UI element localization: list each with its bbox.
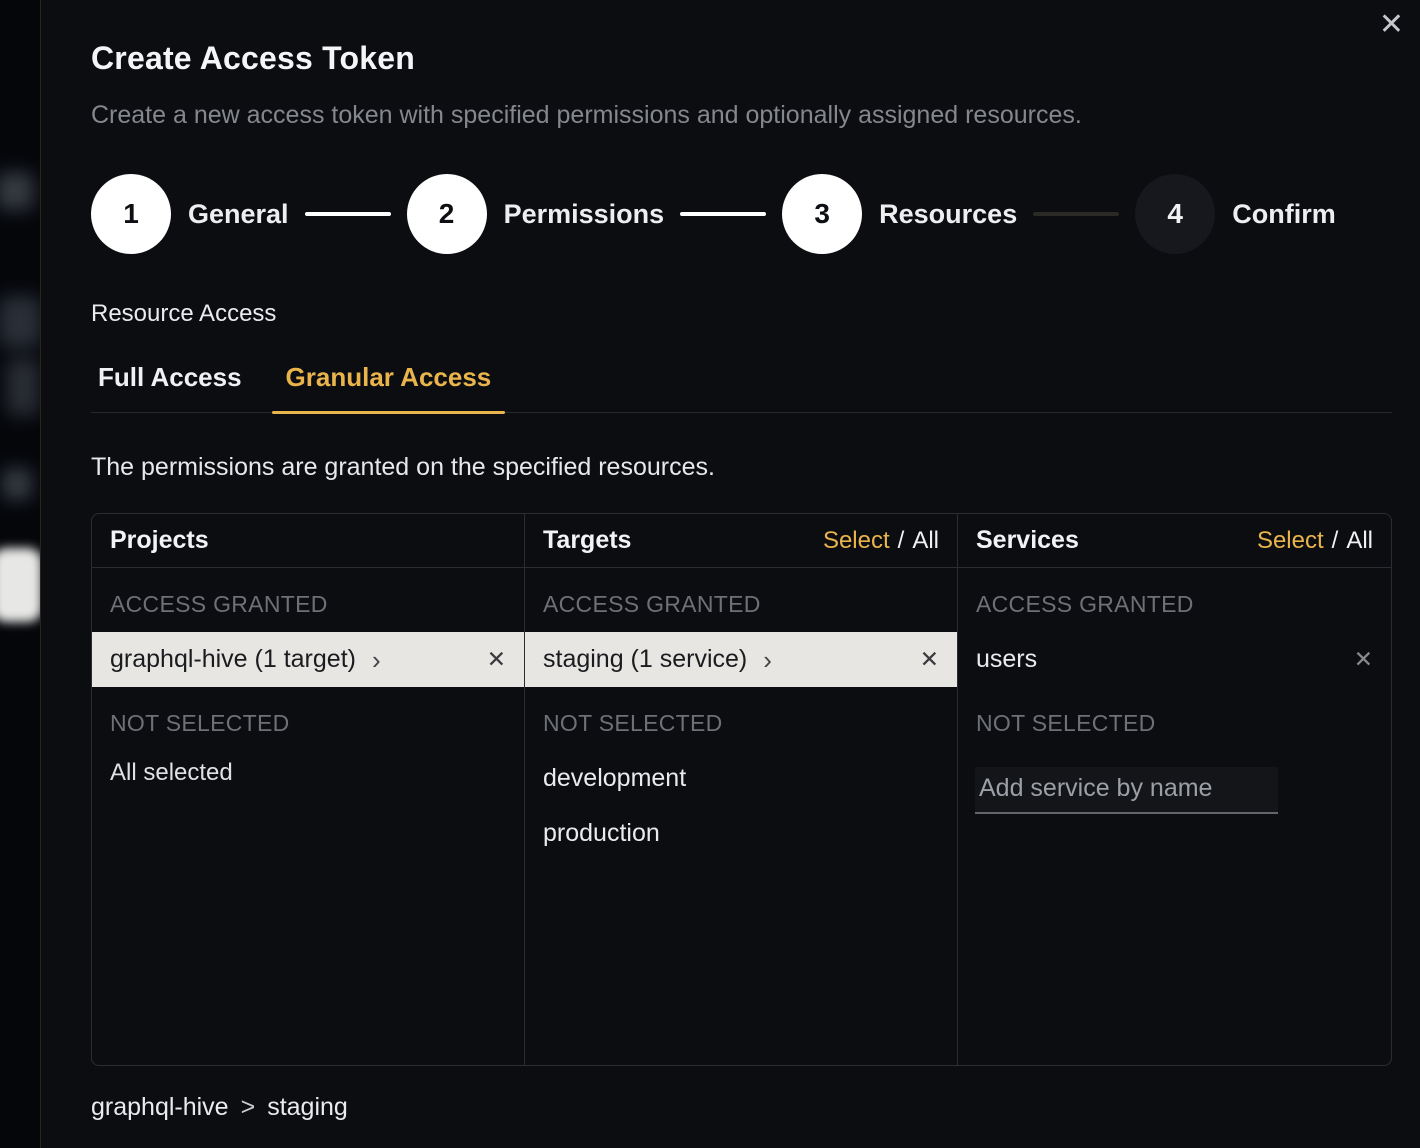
projects-all-selected-note: All selected xyxy=(92,751,524,795)
projects-column-header: Projects xyxy=(92,514,524,568)
step-label: General xyxy=(188,199,289,230)
create-access-token-dialog: ✕ Create Access Token Create a new acces… xyxy=(40,0,1420,1148)
targets-select-link[interactable]: Select xyxy=(823,527,890,555)
remove-service-icon[interactable]: ✕ xyxy=(1354,648,1373,671)
background-page-blurred xyxy=(0,0,41,1148)
access-granted-label: ACCESS GRANTED xyxy=(92,568,524,632)
step-number-circle: 1 xyxy=(91,174,171,254)
step-general[interactable]: 1 General xyxy=(91,174,289,254)
services-select-all: Select / All xyxy=(1257,527,1373,555)
access-granted-label: ACCESS GRANTED xyxy=(525,568,957,632)
add-service-input[interactable] xyxy=(975,767,1278,814)
selected-target-label: staging (1 service) xyxy=(543,645,747,674)
blurred-background-shape xyxy=(2,468,32,500)
targets-column: Targets Select / All ACCESS GRANTED stag… xyxy=(525,514,958,1065)
not-selected-label: NOT SELECTED xyxy=(92,687,524,751)
services-column-header: Services Select / All xyxy=(958,514,1391,568)
stepper: 1 General 2 Permissions 3 Resources 4 Co… xyxy=(91,174,1392,254)
step-number-circle: 3 xyxy=(782,174,862,254)
not-selected-label: NOT SELECTED xyxy=(958,687,1391,751)
step-number-circle: 2 xyxy=(407,174,487,254)
step-label: Permissions xyxy=(504,199,665,230)
selected-target-row[interactable]: staging (1 service) › ✕ xyxy=(525,632,957,687)
chevron-right-icon: › xyxy=(763,647,772,673)
target-option-development[interactable]: development xyxy=(525,751,957,806)
targets-column-header: Targets Select / All xyxy=(525,514,957,568)
select-all-divider: / xyxy=(1332,527,1339,555)
dialog-title: Create Access Token xyxy=(91,40,1392,77)
breadcrumb-separator: > xyxy=(241,1093,256,1122)
granular-access-description: The permissions are granted on the speci… xyxy=(91,453,1392,482)
chevron-right-icon: › xyxy=(372,647,381,673)
targets-all-link[interactable]: All xyxy=(912,527,939,555)
breadcrumb: graphql-hive > staging xyxy=(91,1093,1392,1122)
resource-picker-table: Projects ACCESS GRANTED graphql-hive (1 … xyxy=(91,513,1392,1066)
selected-service-row[interactable]: users ✕ xyxy=(958,632,1391,687)
select-all-divider: / xyxy=(898,527,905,555)
step-label: Confirm xyxy=(1232,199,1336,230)
resource-access-heading: Resource Access xyxy=(91,300,1392,328)
selected-service-label: users xyxy=(976,645,1037,674)
projects-column: Projects ACCESS GRANTED graphql-hive (1 … xyxy=(92,514,525,1065)
tab-full-access[interactable]: Full Access xyxy=(91,362,256,412)
blurred-background-shape xyxy=(6,358,40,416)
target-option-production[interactable]: production xyxy=(525,806,957,861)
blurred-background-shape xyxy=(0,172,34,210)
projects-column-title: Projects xyxy=(110,526,209,555)
breadcrumb-target: staging xyxy=(267,1093,348,1122)
not-selected-label: NOT SELECTED xyxy=(525,687,957,751)
tab-granular-access[interactable]: Granular Access xyxy=(272,362,506,412)
access-granted-label: ACCESS GRANTED xyxy=(958,568,1391,632)
services-all-link[interactable]: All xyxy=(1346,527,1373,555)
services-column-title: Services xyxy=(976,526,1079,555)
step-resources[interactable]: 3 Resources xyxy=(782,174,1017,254)
selected-project-label: graphql-hive (1 target) xyxy=(110,645,356,674)
selected-project-row[interactable]: graphql-hive (1 target) › ✕ xyxy=(92,632,524,687)
remove-project-icon[interactable]: ✕ xyxy=(487,648,506,671)
close-icon[interactable]: ✕ xyxy=(1379,10,1404,40)
blurred-background-shape xyxy=(0,296,41,348)
services-column: Services Select / All ACCESS GRANTED use… xyxy=(958,514,1391,1065)
targets-column-title: Targets xyxy=(543,526,631,555)
services-select-link[interactable]: Select xyxy=(1257,527,1324,555)
step-connector-inactive xyxy=(1033,212,1119,216)
step-connector xyxy=(305,212,391,216)
remove-target-icon[interactable]: ✕ xyxy=(920,648,939,671)
blurred-background-card xyxy=(0,548,41,622)
step-label: Resources xyxy=(879,199,1017,230)
step-permissions[interactable]: 2 Permissions xyxy=(407,174,665,254)
step-connector xyxy=(680,212,766,216)
step-number-circle: 4 xyxy=(1135,174,1215,254)
targets-select-all: Select / All xyxy=(823,527,939,555)
access-tabs: Full Access Granular Access xyxy=(91,362,1392,413)
breadcrumb-project: graphql-hive xyxy=(91,1093,229,1122)
step-confirm[interactable]: 4 Confirm xyxy=(1135,174,1336,254)
dialog-subtitle: Create a new access token with specified… xyxy=(91,101,1392,130)
